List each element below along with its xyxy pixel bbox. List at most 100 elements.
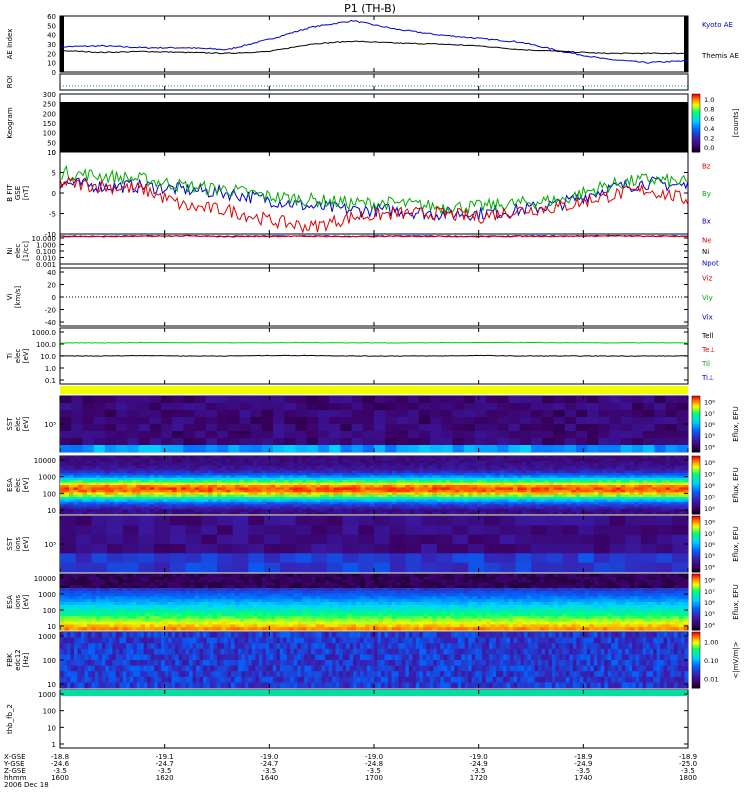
spectrogram-cell-esa-e <box>217 489 222 493</box>
spectrogram-cell-sst-e <box>553 438 566 446</box>
spectrogram-cell-esa-e <box>548 475 554 479</box>
spectrogram-cell-esa-i <box>95 579 101 583</box>
spectrogram-cell-esa-i <box>104 593 110 597</box>
spectrogram-cell-esa-e <box>423 506 429 510</box>
spectrogram-cell-sst-e <box>542 438 554 446</box>
spectrogram-cell-esa-e <box>513 499 518 503</box>
spectrogram-cell-sst-e <box>486 417 498 425</box>
spectrogram-cell-sst-i <box>640 516 657 526</box>
spectrogram-cell-esa-e <box>284 509 290 512</box>
spectrogram-cell-sst-e <box>273 438 285 446</box>
spectrogram-cell-esa-e <box>472 492 478 496</box>
spectrogram-cell-esa-e <box>593 506 599 510</box>
spectrogram-cell-esa-e <box>140 472 146 476</box>
spectrogram-cell-esa-e <box>643 477 649 481</box>
spectrogram-cell-esa-e <box>315 506 321 510</box>
spectrogram-cell-esa-e <box>199 475 204 479</box>
spectrogram-cell-esa-i <box>118 599 124 603</box>
spectrogram-cell-esa-e <box>104 509 110 512</box>
spectrogram-cell-esa-e <box>239 480 245 483</box>
spectrogram-cell-esa-e <box>400 482 406 486</box>
spectrogram-cell-esa-e <box>275 463 281 467</box>
spectrogram-cell-sst-e <box>93 438 106 446</box>
spectrogram-cell-esa-e <box>311 509 317 512</box>
spectrogram-cell-esa-e <box>683 482 689 486</box>
spectrogram-cell-esa-i <box>82 574 88 578</box>
spectrogram-cell-sst-i <box>452 516 469 526</box>
spectrogram-cell-esa-e <box>212 504 218 508</box>
spectrogram-cell-sst-e <box>93 417 106 425</box>
spectrogram-cell-esa-e <box>414 482 420 486</box>
spectrogram-cell-esa-e <box>338 489 343 493</box>
spectrogram-cell-sst-e <box>452 438 465 446</box>
spectrogram-cell-esa-e <box>136 470 142 474</box>
spectrogram-cell-esa-e <box>674 485 680 488</box>
spectrogram-cell-esa-e <box>535 465 541 469</box>
spectrogram-cell-esa-e <box>396 485 402 488</box>
spectrogram-cell-sst-i <box>483 516 500 526</box>
spectrogram-cell-esa-e <box>539 463 545 467</box>
spectrogram-cell-esa-e <box>176 492 182 496</box>
spectrogram-cell-esa-i <box>104 582 110 586</box>
spectrogram-cell-esa-e <box>387 489 393 493</box>
spectrogram-cell-esa-i <box>140 610 146 614</box>
spectrogram-cell-sst-i <box>342 562 359 573</box>
spectrogram-cell-esa-e <box>486 494 492 498</box>
spectrogram-cell-esa-e <box>172 497 178 500</box>
spectrogram-cell-esa-e <box>145 504 151 508</box>
spectrogram-cell-sst-i <box>452 534 469 545</box>
spectrogram-cell-esa-i <box>104 602 110 606</box>
spectrogram-cell-esa-e <box>593 511 599 515</box>
spectrogram-cell-esa-e <box>454 460 460 464</box>
spectrogram-cell-esa-e <box>670 492 675 496</box>
spectrogram-cell-esa-e <box>109 477 115 481</box>
spectrogram-cell-esa-i <box>131 610 137 614</box>
spectrogram-cell-esa-e <box>620 499 626 503</box>
spectrogram-cell-esa-e <box>333 475 339 479</box>
spectrogram-cell-sst-e <box>93 431 106 439</box>
colorbar-tick-sste: 10⁸ <box>704 399 715 407</box>
spectrogram-cell-esa-e <box>495 494 500 498</box>
spectrogram-cell-sst-i <box>60 562 77 573</box>
spectrogram-cell-esa-e <box>95 460 101 464</box>
spectrogram-cell-esa-e <box>311 501 317 505</box>
spectrogram-cell-esa-e <box>504 482 509 486</box>
spectrogram-cell-esa-e <box>436 506 442 510</box>
spectrogram-cell-esa-e <box>95 482 101 486</box>
spectrogram-cell-esa-e <box>580 504 586 508</box>
spectrogram-cell-esa-e <box>396 470 402 474</box>
legend-b: Bx <box>702 217 711 225</box>
spectrogram-cell-esa-i <box>73 593 79 597</box>
spectrogram-cell-esa-e <box>396 472 402 476</box>
spectrogram-cell-esa-e <box>584 492 590 496</box>
spectrogram-cell-esa-e <box>602 494 608 498</box>
spectrogram-cell-esa-e <box>418 489 424 493</box>
spectrogram-cell-sst-e <box>643 445 655 453</box>
spectrogram-cell-esa-e <box>611 501 617 505</box>
spectrogram-cell-esa-e <box>405 499 411 503</box>
spectrogram-cell-sst-e <box>194 410 207 418</box>
spectrogram-cell-esa-e <box>661 460 666 464</box>
spectrogram-cell-esa-e <box>436 463 442 467</box>
spectrogram-cell-esa-e <box>64 470 70 474</box>
spectrogram-cell-esa-e <box>652 463 657 467</box>
spectrogram-cell-esa-i <box>86 574 92 578</box>
spectrogram-cell-esa-e <box>414 456 420 459</box>
spectrogram-cell-sst-e <box>149 403 162 411</box>
spectrogram-cell-esa-e <box>122 509 128 512</box>
spectrogram-cell-esa-e <box>176 468 182 471</box>
spectrogram-cell-esa-e <box>374 472 379 476</box>
spectrogram-cell-esa-e <box>562 499 568 503</box>
spectrogram-cell-esa-e <box>217 468 222 471</box>
spectrogram-cell-esa-e <box>333 480 339 483</box>
spectrogram-cell-esa-e <box>181 506 186 510</box>
spectrogram-cell-esa-e <box>652 458 657 462</box>
spectrogram-cell-esa-i <box>149 607 155 611</box>
spectrogram-cell-esa-i <box>64 596 70 600</box>
spectrogram-cell-esa-e <box>194 487 200 491</box>
spectrogram-cell-sst-i <box>421 525 438 536</box>
spectrogram-cell-sst-e <box>463 417 476 425</box>
spectrogram-cell-esa-e <box>217 494 222 498</box>
spectrogram-cell-esa-e <box>396 501 402 505</box>
spectrogram-cell-esa-e <box>432 487 438 491</box>
